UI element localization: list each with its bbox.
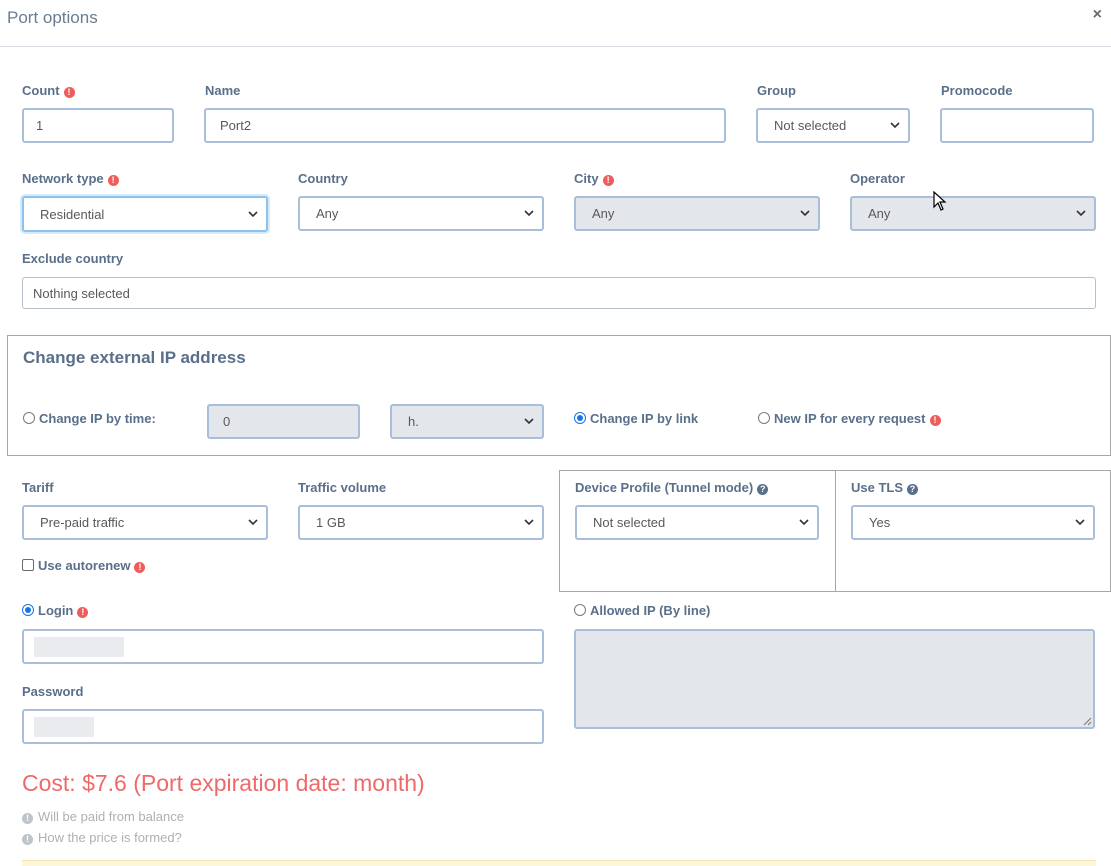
exclude-country-select[interactable]: Nothing selected (22, 277, 1096, 309)
exclamation-circle-icon: ! (77, 607, 89, 618)
chevron-down-icon (524, 418, 534, 425)
chevron-down-icon (248, 210, 258, 217)
notice-banner (22, 860, 1096, 866)
exclamation-circle-icon: ! (602, 175, 614, 186)
chevron-down-icon (800, 210, 810, 217)
use-tls-select[interactable]: Yes (851, 505, 1095, 540)
promocode-input[interactable] (940, 108, 1094, 143)
promocode-label: Promocode (941, 83, 1013, 98)
name-label: Name (205, 83, 241, 98)
exclude-country-label: Exclude country (22, 251, 124, 266)
country-label: Country (298, 171, 348, 186)
change-ip-by-link-radio[interactable] (574, 412, 586, 424)
paid-from-balance-note: ! Will be paid from balance (22, 809, 184, 824)
chevron-down-icon (1075, 519, 1085, 526)
login-input[interactable] (22, 629, 544, 664)
operator-label: Operator (850, 171, 905, 186)
new-ip-every-request-radio[interactable] (758, 412, 770, 424)
city-label: City! (574, 171, 614, 186)
chevron-down-icon (1076, 210, 1086, 217)
login-radio[interactable] (22, 604, 34, 616)
allowed-ip-radio[interactable] (574, 604, 586, 616)
login-option[interactable]: Login! (22, 603, 89, 618)
modal-title: Port options (7, 8, 98, 27)
info-circle-icon: ! (22, 834, 33, 845)
group-label: Group (757, 83, 796, 98)
traffic-volume-label: Traffic volume (298, 480, 387, 495)
count-label: Count! (22, 83, 75, 98)
change-ip-time-input[interactable]: 0 (207, 404, 360, 439)
close-button[interactable]: × (1093, 6, 1102, 24)
group-select[interactable]: Not selected (756, 108, 910, 143)
question-circle-icon[interactable]: ? (757, 484, 769, 495)
country-select[interactable]: Any (298, 196, 544, 231)
exclamation-circle-icon: ! (63, 87, 75, 98)
exclamation-circle-icon: ! (107, 175, 119, 186)
allowed-ip-textarea[interactable] (574, 629, 1095, 729)
change-ip-by-time-option[interactable]: Change IP by time: (23, 411, 156, 426)
tariff-select[interactable]: Pre-paid traffic (22, 505, 268, 540)
city-select[interactable]: Any (574, 196, 820, 231)
chevron-down-icon (248, 519, 258, 526)
question-circle-icon[interactable]: ? (907, 484, 919, 495)
device-profile-select[interactable]: Not selected (575, 505, 819, 540)
autorenew-option[interactable]: Use autorenew! (22, 558, 146, 573)
name-input[interactable]: Port2 (204, 108, 726, 143)
device-profile-label: Device Profile (Tunnel mode)? (575, 480, 769, 495)
autorenew-checkbox[interactable] (22, 559, 34, 571)
traffic-volume-select[interactable]: 1 GB (298, 505, 544, 540)
operator-select[interactable]: Any (850, 196, 1096, 231)
mouse-cursor-icon (933, 191, 947, 211)
network-type-select[interactable]: Residential (22, 196, 268, 232)
info-circle-icon: ! (22, 813, 33, 824)
cost-summary: Cost: $7.6 (Port expiration date: month) (22, 770, 425, 796)
exclamation-circle-icon: ! (134, 562, 146, 573)
redacted-password-value (34, 716, 94, 737)
new-ip-every-request-option[interactable]: New IP for every request! (758, 411, 941, 426)
change-ip-unit-select[interactable]: h. (390, 404, 544, 439)
redacted-login-value (34, 636, 124, 657)
use-tls-label: Use TLS? (851, 480, 919, 495)
change-ip-by-time-radio[interactable] (23, 412, 35, 424)
header-divider (0, 46, 1111, 47)
allowed-ip-option[interactable]: Allowed IP (By line) (574, 603, 710, 618)
tariff-label: Tariff (22, 480, 54, 495)
password-input[interactable] (22, 709, 544, 744)
count-input[interactable]: 1 (22, 108, 174, 143)
chevron-down-icon (524, 519, 534, 526)
network-type-label: Network type! (22, 171, 119, 186)
chevron-down-icon (890, 122, 900, 129)
password-label: Password (22, 684, 84, 699)
change-ip-title: Change external IP address (23, 348, 246, 367)
exclamation-circle-icon: ! (929, 415, 941, 426)
change-ip-by-link-option[interactable]: Change IP by link (574, 411, 698, 426)
chevron-down-icon (799, 519, 809, 526)
price-formation-link[interactable]: ! How the price is formed? (22, 830, 182, 845)
resize-grip-icon[interactable] (1082, 716, 1092, 726)
chevron-down-icon (524, 210, 534, 217)
